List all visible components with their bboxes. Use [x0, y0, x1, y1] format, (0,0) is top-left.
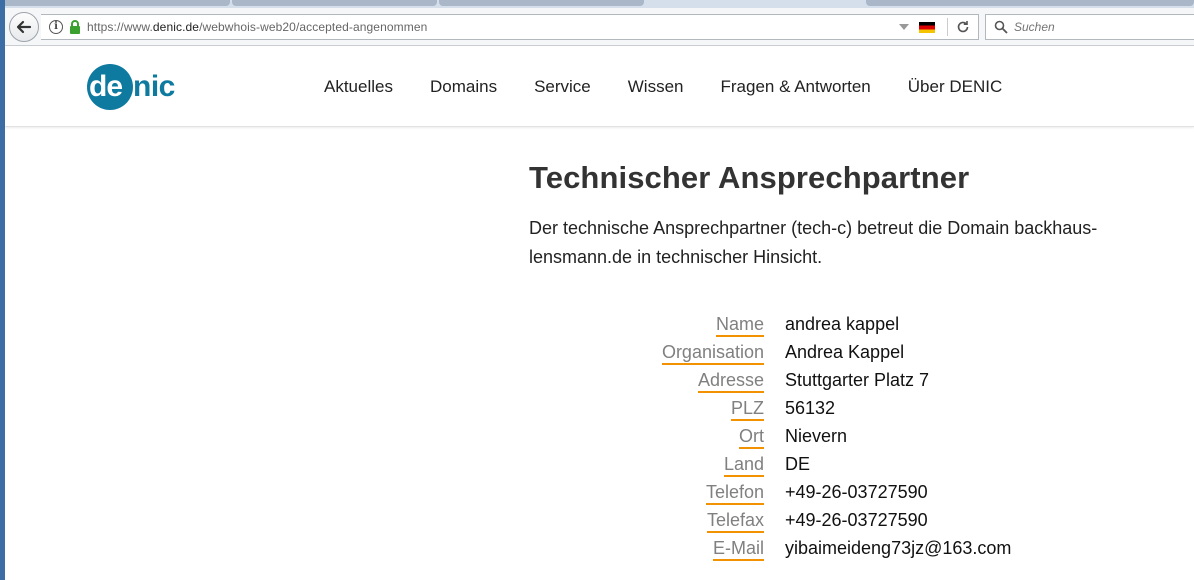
main-content: Technischer Ansprechpartner Der technisc… [529, 160, 1179, 272]
detail-label: E-Mail [712, 538, 764, 561]
browser-tab[interactable] [439, 0, 644, 6]
detail-label: Telefon [705, 482, 764, 505]
detail-value: +49-26-03727590 [785, 510, 928, 530]
logo-de: de [89, 70, 123, 103]
page-title: Technischer Ansprechpartner [529, 160, 970, 195]
detail-row-telefon: Telefon +49-26-03727590 [560, 480, 1120, 508]
logo-nic: nic [133, 70, 175, 103]
browser-tab[interactable] [232, 0, 437, 6]
nav-wissen[interactable]: Wissen [628, 77, 684, 97]
detail-row-name: Name andrea kappel [560, 312, 1120, 340]
detail-value: yibaimeideng73jz@163.com [785, 538, 1012, 558]
detail-label: Organisation [661, 342, 764, 365]
detail-value: andrea kappel [785, 314, 900, 334]
detail-value: Nievern [785, 426, 848, 446]
detail-row-adresse: Adresse Stuttgarter Platz 7 [560, 368, 1120, 396]
search-bar[interactable] [985, 14, 1194, 40]
nav-service[interactable]: Service [534, 77, 591, 97]
detail-value: DE [785, 454, 811, 474]
detail-label: Land [723, 454, 764, 477]
detail-label: Ort [739, 426, 764, 449]
detail-value: Stuttgarter Platz 7 [785, 370, 930, 390]
search-input[interactable] [1014, 20, 1194, 34]
nav-fragen-antworten[interactable]: Fragen & Antworten [721, 77, 871, 97]
tab-strip [0, 0, 1194, 8]
detail-value: +49-26-03727590 [785, 482, 928, 502]
contact-details: Name andrea kappel Organisation Andrea K… [560, 312, 1120, 564]
nav-ueber-denic[interactable]: Über DENIC [908, 77, 1002, 97]
search-icon [994, 20, 1008, 34]
detail-label: Adresse [697, 370, 764, 393]
detail-row-plz: PLZ 56132 [560, 396, 1120, 424]
url-path: /webwhois-web20/accepted-angenommen [199, 20, 428, 34]
reload-icon[interactable] [948, 20, 978, 34]
back-button[interactable] [9, 12, 39, 42]
detail-row-land: Land DE [560, 452, 1120, 480]
german-flag-icon [919, 21, 935, 33]
detail-row-email: E-Mail yibaimeideng73jz@163.com [560, 536, 1120, 564]
browser-toolbar: i https://www.denic.de/webwhois-web20/ac… [5, 8, 1194, 46]
detail-row-ort: Ort Nievern [560, 424, 1120, 452]
logo-circle: de [87, 64, 133, 110]
site-header: de nic Aktuelles Domains Service Wissen … [5, 47, 1194, 127]
intro-text: Der technische Ansprechpartner (tech-c) … [529, 218, 1098, 267]
url-bar[interactable]: i https://www.denic.de/webwhois-web20/ac… [41, 14, 979, 40]
site-info-icon[interactable]: i [49, 20, 63, 34]
detail-row-telefax: Telefax +49-26-03727590 [560, 508, 1120, 536]
detail-value: 56132 [785, 398, 836, 418]
nav-domains[interactable]: Domains [430, 77, 497, 97]
url-prefix: https://www. [87, 20, 153, 34]
nav-aktuelles[interactable]: Aktuelles [324, 77, 393, 97]
detail-label: PLZ [730, 398, 764, 421]
denic-logo[interactable]: de nic [87, 63, 175, 111]
url-dropdown-icon[interactable] [899, 24, 909, 30]
back-arrow-icon [16, 20, 32, 34]
url-text[interactable]: https://www.denic.de/webwhois-web20/acce… [87, 20, 427, 34]
main-nav: Aktuelles Domains Service Wissen Fragen … [324, 77, 1039, 97]
browser-tab[interactable] [0, 0, 230, 6]
detail-value: Andrea Kappel [785, 342, 905, 362]
lock-icon [69, 20, 81, 34]
browser-tab[interactable] [866, 0, 1194, 6]
detail-label: Name [715, 314, 764, 337]
detail-row-organisation: Organisation Andrea Kappel [560, 340, 1120, 368]
detail-label: Telefax [706, 510, 764, 533]
url-host: denic.de [152, 20, 200, 34]
